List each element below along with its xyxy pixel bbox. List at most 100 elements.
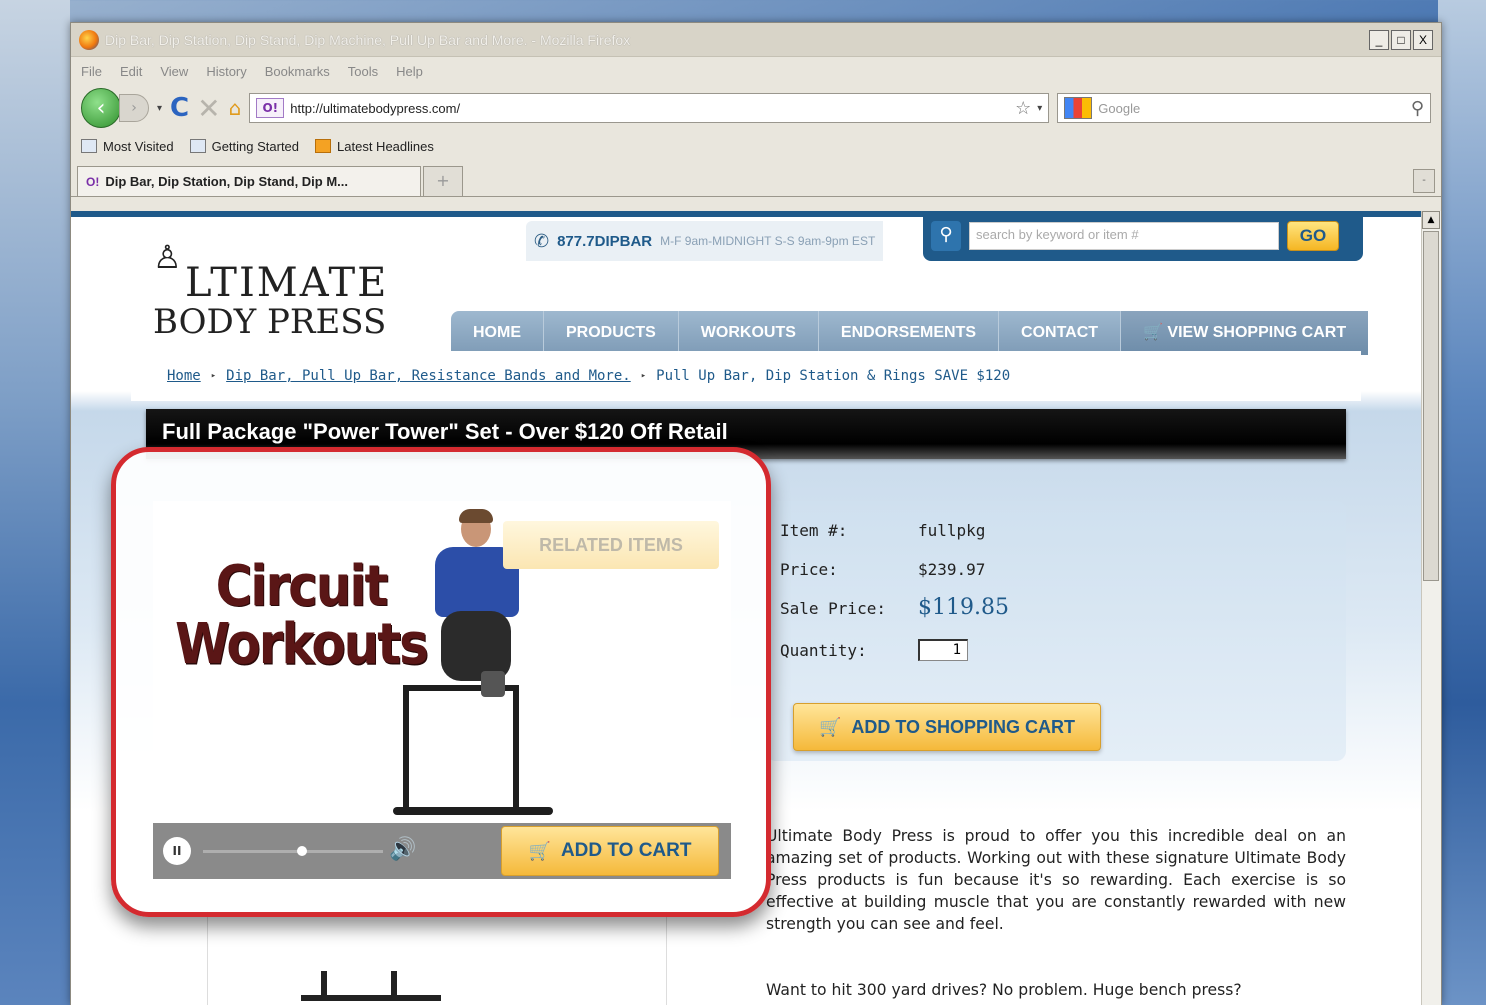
athlete-hair [459,509,493,523]
logo-line1: LTIMATE [185,260,389,306]
cart-icon: 🛒 [1143,324,1168,341]
video-add-to-cart-label: ADD TO CART [560,840,692,861]
video-player[interactable]: Circuit Workouts RELATED ITEMS II 🔊 🛒 AD… [153,501,731,879]
item-value: fullpkg [918,521,986,540]
phone-icon: ✆ [534,230,550,251]
maximize-button[interactable]: □ [1391,29,1411,50]
circuit-line1: Circuit [215,553,389,619]
site-favicon-icon: O! [256,98,285,118]
product-description-continued: Want to hit 300 yard drives? No problem.… [766,981,1242,999]
sale-price-label: Sale Price: [780,599,886,618]
reload-icon[interactable]: C [170,93,189,123]
most-visited-icon [81,139,97,153]
nav-contact[interactable]: CONTACT [999,311,1122,355]
nav-endorsements[interactable]: ENDORSEMENTS [819,311,1000,355]
video-add-to-cart-button[interactable]: 🛒 ADD TO CART [501,826,719,876]
related-items-button[interactable]: RELATED ITEMS [503,521,719,569]
quantity-label: Quantity: [780,641,867,660]
item-label: Item #: [780,521,848,540]
site-search: ⚲ search by keyword or item # GO [923,211,1363,261]
tab-list-button[interactable]: - [1413,169,1435,193]
site-logo[interactable]: ♙ LTIMATE BODY PRESS [153,238,386,339]
site-search-input[interactable]: search by keyword or item # [969,222,1279,250]
phone-banner: ✆ 877.7DIPBAR M-F 9am-MIDNIGHT S-S 9am-9… [526,221,884,261]
search-icon[interactable]: ⚲ [1411,98,1424,119]
menu-bar: File Edit View History Bookmarks Tools H… [71,57,1441,85]
bookmark-getting-started[interactable]: Getting Started [189,138,300,154]
bookmark-most-visited[interactable]: Most Visited [81,139,174,154]
nav-view-shopping-cart[interactable]: 🛒 VIEW SHOPPING CART [1121,311,1369,355]
url-text[interactable]: http://ultimatebodypress.com/ [290,101,1009,116]
add-to-shopping-cart-button[interactable]: 🛒 ADD TO SHOPPING CART [793,703,1101,751]
browser-window: Dip Bar, Dip Station, Dip Stand, Dip Mac… [70,22,1442,1005]
phone-number: 877.7DIPBAR [557,232,653,250]
rss-icon [315,139,332,153]
firefox-icon [79,29,99,50]
page-icon [189,139,206,153]
breadcrumb-current: Pull Up Bar, Dip Station & Rings SAVE $1… [656,368,1011,384]
quantity-input[interactable]: 1 [918,639,968,661]
bookmark-label: Getting Started [211,138,300,154]
video-controls: II 🔊 🛒 ADD TO CART [153,823,731,879]
close-button[interactable]: X [1413,29,1433,50]
tab-bar: O! Dip Bar, Dip Station, Dip Stand, Dip M… [71,161,1441,197]
new-tab-button[interactable]: + [423,166,463,196]
dip-bar-left-post [403,685,409,815]
breadcrumb-separator-icon: ▸ [210,371,217,381]
menu-edit[interactable]: Edit [120,64,142,79]
nav-home[interactable]: HOME [451,311,544,355]
navigation-toolbar: ‹ › ▾ C ✕ ⌂ O! http://ultimatebodypress.… [71,85,1441,131]
business-hours: M-F 9am-MIDNIGHT S-S 9am-9pm EST [660,234,876,248]
window-controls: _ □ X [1369,29,1433,50]
seek-knob[interactable] [296,846,307,856]
logo-figure-icon: ♙ [153,238,182,276]
price-label: Price: [780,560,838,579]
search-icon[interactable]: ⚲ [931,221,961,251]
breadcrumb-home[interactable]: Home [167,368,201,384]
scroll-thumb[interactable] [1423,231,1439,581]
tab-active[interactable]: O! Dip Bar, Dip Station, Dip Stand, Dip M… [77,166,421,196]
price-value: $239.97 [918,560,986,579]
pause-icon[interactable]: II [163,837,191,865]
sale-price-value: $119.85 [918,595,1009,620]
home-icon[interactable]: ⌂ [229,96,242,120]
menu-history[interactable]: History [206,64,246,79]
bookmark-latest-headlines[interactable]: Latest Headlines [315,139,434,154]
bookmark-star-icon[interactable]: ☆ [1015,98,1031,119]
browser-search-placeholder[interactable]: Google [1098,101,1405,116]
breadcrumb-category[interactable]: Dip Bar, Pull Up Bar, Resistance Bands a… [226,368,631,384]
scroll-up-icon[interactable]: ▲ [1422,211,1440,229]
tab-label: Dip Bar, Dip Station, Dip Stand, Dip M..… [105,174,349,189]
menu-view[interactable]: View [160,64,188,79]
search-engine-icon[interactable] [1064,97,1093,119]
athlete-foot [481,671,505,697]
go-button[interactable]: GO [1287,221,1339,251]
minimize-button[interactable]: _ [1369,29,1389,50]
desktop-background-left [0,0,70,1005]
main-navigation: HOME PRODUCTS WORKOUTS ENDORSEMENTS CONT… [451,311,1369,355]
seek-bar[interactable] [203,846,383,856]
back-button[interactable]: ‹ [81,88,121,128]
breadcrumb: Home ▸ Dip Bar, Pull Up Bar, Resistance … [131,351,1361,401]
browser-search-bar[interactable]: Google ⚲ [1057,93,1431,123]
nav-products[interactable]: PRODUCTS [544,311,679,355]
forward-button[interactable]: › [119,94,149,122]
add-to-shopping-cart-label: ADD TO SHOPPING CART [851,716,1076,737]
menu-file[interactable]: File [81,64,102,79]
url-dropdown-icon[interactable]: ▾ [1037,103,1042,114]
menu-tools[interactable]: Tools [348,64,378,79]
url-bar[interactable]: O! http://ultimatebodypress.com/ ☆ ▾ [249,93,1050,123]
dip-bar-thumbnail[interactable] [301,961,441,1001]
bookmarks-toolbar: Most Visited Getting Started Latest Head… [71,131,1441,161]
nav-workouts[interactable]: WORKOUTS [679,311,819,355]
circuit-workouts-title: Circuit Workouts [171,557,431,673]
stop-icon[interactable]: ✕ [197,92,220,125]
circuit-line2: Workouts [175,611,429,677]
menu-bookmarks[interactable]: Bookmarks [265,64,330,79]
history-dropdown-icon[interactable]: ▾ [157,103,162,114]
window-title: Dip Bar, Dip Station, Dip Stand, Dip Mac… [105,31,631,48]
vertical-scrollbar[interactable]: ▲ [1421,211,1441,1005]
volume-icon[interactable]: 🔊 [389,837,416,862]
tab-favicon-icon: O! [86,174,100,189]
menu-help[interactable]: Help [396,64,423,79]
